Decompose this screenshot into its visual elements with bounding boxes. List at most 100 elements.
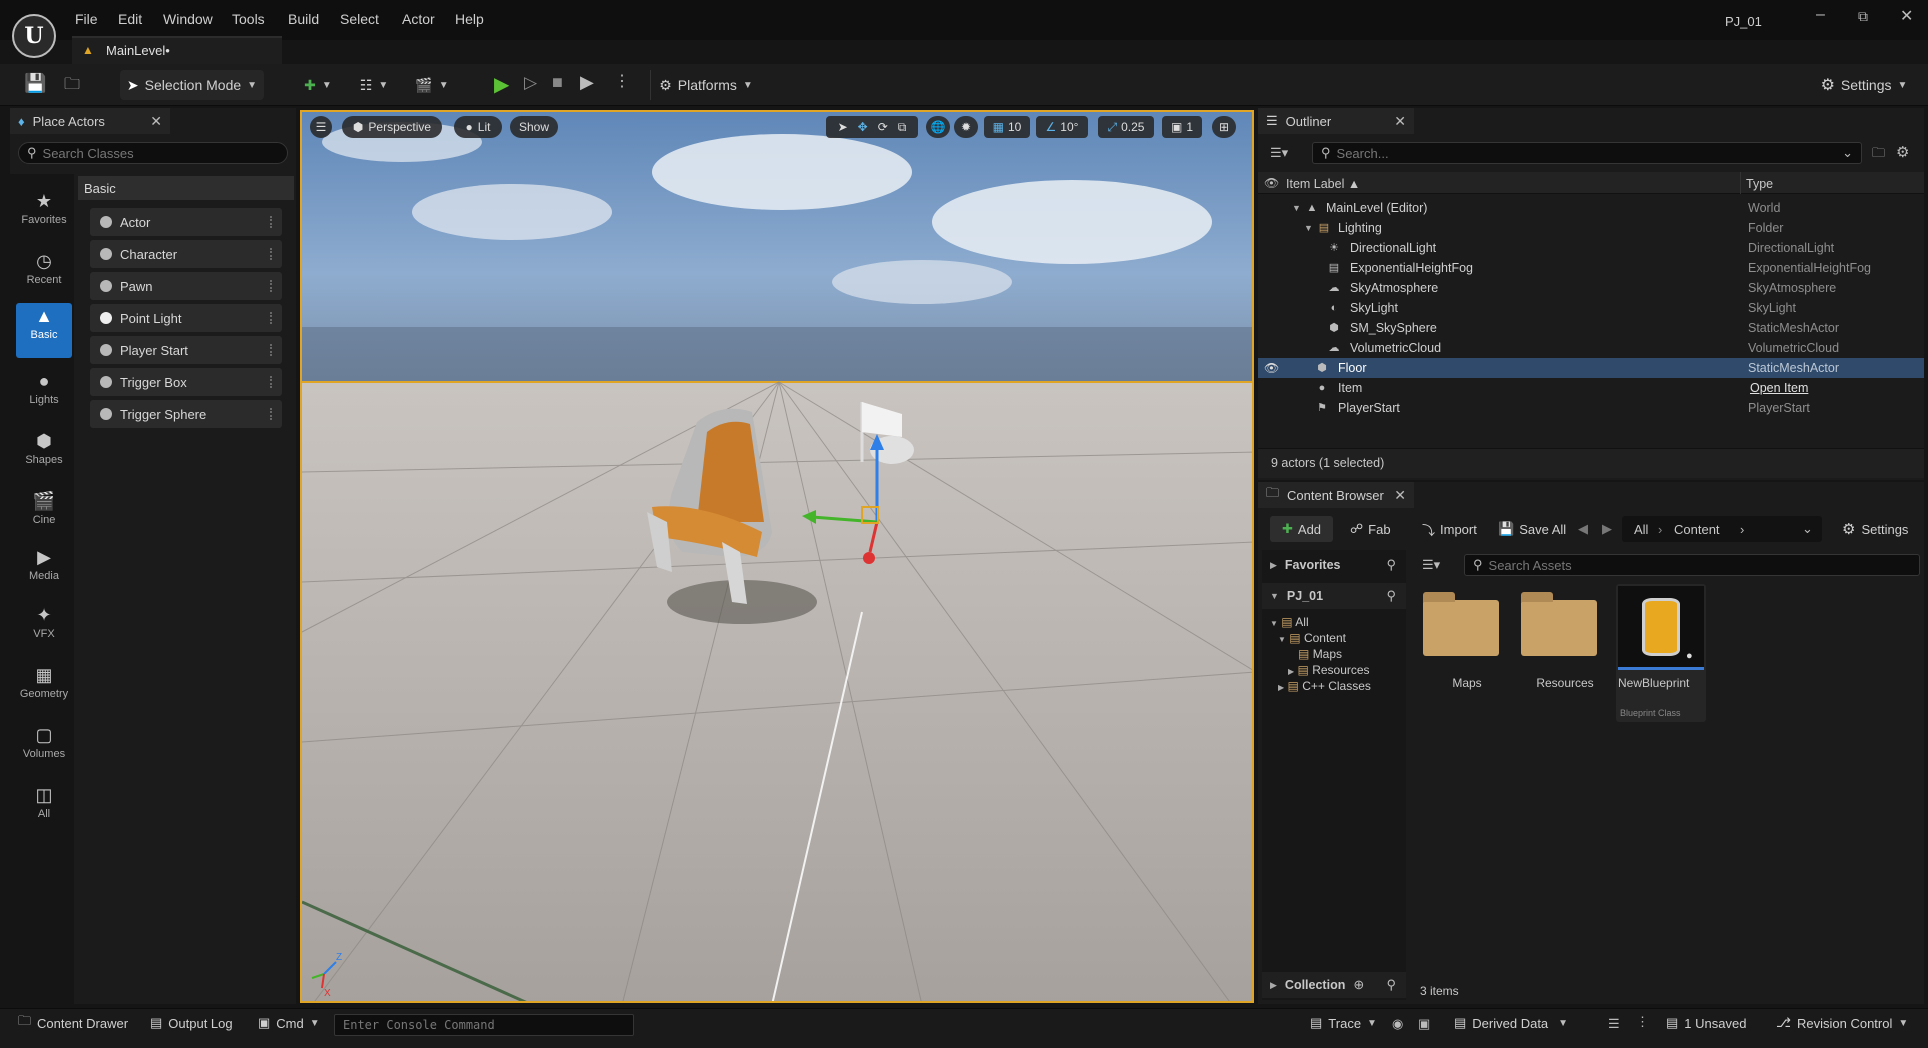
outliner-row[interactable]: ▼ ▲ MainLevel (Editor) World <box>1258 198 1924 218</box>
project-section[interactable]: ▼ PJ_01 ⚲ <box>1262 583 1406 609</box>
outliner-row[interactable]: ☁ VolumetricCloud VolumetricCloud <box>1258 338 1924 358</box>
asset-tile-maps[interactable]: Maps <box>1420 586 1514 720</box>
search-icon[interactable]: ⚲ <box>1386 557 1396 573</box>
collection-section[interactable]: ▶ Collection ⊕ ⚲ <box>1262 972 1406 998</box>
play-icon[interactable]: ▶ <box>494 72 509 97</box>
menu-select[interactable]: Select <box>340 11 379 27</box>
asset-tile-newblueprint[interactable]: ● NewBlueprint Blueprint Class <box>1616 584 1706 722</box>
type-column[interactable]: Type <box>1746 177 1773 191</box>
favorites-section[interactable]: ▶ Favorites ⚲ <box>1262 552 1406 578</box>
world-local-icon[interactable]: 🌐 <box>926 116 950 138</box>
menu-edit[interactable]: Edit <box>118 11 142 27</box>
filter-icon[interactable]: ☰▾ <box>1270 145 1288 161</box>
cinematics-button[interactable]: 🎬 ▼ <box>410 70 454 100</box>
lit-button[interactable]: ● Lit <box>454 116 502 138</box>
step-icon[interactable]: ▷ <box>524 73 537 93</box>
more-options-icon[interactable]: ⋮ <box>1636 1014 1649 1030</box>
minimize-icon[interactable]: – <box>1816 6 1825 24</box>
path-breadcrumb[interactable]: All › Content › ⌄ <box>1622 516 1822 542</box>
asset-tile-resources[interactable]: Resources <box>1518 586 1612 720</box>
fab-button[interactable]: ☍ Fab <box>1350 516 1391 542</box>
scale-tool-icon[interactable]: ⧉ <box>898 120 907 135</box>
select-tool-icon[interactable]: ➤ <box>838 120 848 134</box>
search-icon[interactable]: ⚲ <box>1386 977 1396 993</box>
open-item-link[interactable]: Open Item <box>1750 381 1808 395</box>
menu-build[interactable]: Build <box>288 11 319 27</box>
category-favorites[interactable]: ★ Favorites <box>16 188 72 244</box>
category-media[interactable]: ▶ Media <box>16 544 72 600</box>
source-control-icon[interactable]: ☰ <box>1608 1016 1620 1032</box>
level-tab[interactable]: ▲ MainLevel• <box>72 36 282 64</box>
screenshot-icon[interactable]: ▣ <box>1418 1016 1430 1032</box>
content-settings-button[interactable]: ⚙ Settings <box>1842 516 1908 542</box>
search-icon[interactable]: ⚲ <box>1386 588 1396 604</box>
menu-window[interactable]: Window <box>163 11 213 27</box>
scale-snap-button[interactable]: ⤢ 0.25 <box>1098 116 1154 138</box>
rotation-snap-button[interactable]: ∠ 10° <box>1036 116 1088 138</box>
forward-icon[interactable]: ▶ <box>1602 521 1612 537</box>
menu-actor[interactable]: Actor <box>402 11 435 27</box>
derived-data-dropdown[interactable]: ▤ Derived Data ▼ <box>1454 1010 1568 1036</box>
outliner-tab[interactable]: ☰ Outliner ✕ <box>1258 108 1414 134</box>
add-button[interactable]: ✚ Add <box>1270 516 1334 542</box>
selection-mode-dropdown[interactable]: ➤ Selection Mode ▼ <box>120 70 264 100</box>
trigger-sphere-item[interactable]: Trigger Sphere <box>90 400 282 428</box>
unsaved-button[interactable]: ▤ 1 Unsaved <box>1666 1010 1746 1036</box>
blueprint-button[interactable]: ☷ ▼ <box>352 70 396 100</box>
category-all[interactable]: ◫ All <box>16 782 72 838</box>
play-options-icon[interactable]: ⋮ <box>614 71 630 91</box>
menu-file[interactable]: File <box>75 11 98 27</box>
add-folder-icon[interactable]: 🗀 <box>1872 144 1885 166</box>
content-browser-tab[interactable]: 🗀 Content Browser ✕ <box>1258 482 1414 508</box>
browse-icon[interactable]: 🗀 <box>64 73 80 100</box>
console-command-input[interactable]: Enter Console Command <box>334 1014 634 1036</box>
category-volumes[interactable]: ▢ Volumes <box>16 722 72 778</box>
category-vfx[interactable]: ✦ VFX <box>16 602 72 658</box>
outliner-row[interactable]: ⬢ SM_SkySphere StaticMeshActor <box>1258 318 1924 338</box>
player-start-item[interactable]: Player Start <box>90 336 282 364</box>
close-window-icon[interactable]: ✕ <box>1900 6 1913 26</box>
move-tool-icon[interactable]: ✥ <box>858 120 868 134</box>
close-icon[interactable]: ✕ <box>1394 487 1406 504</box>
character-item[interactable]: Character <box>90 240 282 268</box>
eye-icon[interactable]: 👁 <box>1264 176 1279 190</box>
output-log-button[interactable]: ▤ Output Log <box>150 1010 233 1036</box>
point-light-item[interactable]: Point Light <box>90 304 282 332</box>
breadcrumb-all[interactable]: All <box>1634 522 1648 537</box>
add-collection-icon[interactable]: ⊕ <box>1353 977 1364 993</box>
rotate-tool-icon[interactable]: ⟳ <box>878 120 888 134</box>
menu-help[interactable]: Help <box>455 11 484 27</box>
outliner-row[interactable]: ☁ SkyAtmosphere SkyAtmosphere <box>1258 278 1924 298</box>
actor-item[interactable]: Actor <box>90 208 282 236</box>
outliner-row[interactable]: ☀ DirectionalLight DirectionalLight <box>1258 238 1924 258</box>
tree-item-cpp-classes[interactable]: ▶ ▤ C++ Classes <box>1278 679 1371 693</box>
eye-icon[interactable]: 👁 <box>1264 361 1279 375</box>
outliner-row[interactable]: ▼ ▤ Lighting Folder <box>1258 218 1924 238</box>
cmd-dropdown[interactable]: ▣ Cmd ▼ <box>258 1010 320 1036</box>
settings-dropdown[interactable]: ⚙ Settings ▼ <box>1814 70 1914 100</box>
revision-control-button[interactable]: ⎇ Revision Control ▼ <box>1776 1010 1908 1036</box>
content-drawer-button[interactable]: 🗀 Content Drawer <box>18 1010 128 1036</box>
record-icon[interactable]: ◉ <box>1392 1016 1403 1032</box>
tree-item-maps[interactable]: ▤ Maps <box>1298 647 1342 661</box>
perspective-button[interactable]: ⬢ Perspective <box>342 116 442 138</box>
stop-icon[interactable]: ■ <box>552 72 563 93</box>
category-lights[interactable]: ● Lights <box>16 368 72 424</box>
maximize-icon[interactable]: ⧉ <box>1858 8 1868 25</box>
search-classes-input[interactable]: ⚲ Search Classes <box>18 142 288 164</box>
category-geometry[interactable]: ▦ Geometry <box>16 662 72 718</box>
category-cine[interactable]: 🎬 Cine <box>16 488 72 544</box>
outliner-search-input[interactable]: ⚲ Search... ⌄ <box>1312 142 1862 164</box>
back-icon[interactable]: ◀ <box>1578 521 1588 537</box>
close-icon[interactable]: ✕ <box>1394 113 1406 130</box>
camera-speed-button[interactable]: ▣ 1 <box>1162 116 1202 138</box>
category-shapes[interactable]: ⬢ Shapes <box>16 428 72 484</box>
trigger-box-item[interactable]: Trigger Box <box>90 368 282 396</box>
pawn-item[interactable]: Pawn <box>90 272 282 300</box>
show-button[interactable]: Show <box>510 116 558 138</box>
grid-snap-button[interactable]: ▦ 10 <box>984 116 1030 138</box>
gear-icon[interactable]: ⚙ <box>1896 143 1909 161</box>
tree-item-content[interactable]: ▼ ▤ Content <box>1278 631 1346 645</box>
eject-icon[interactable]: ▶ <box>580 72 594 93</box>
outliner-row[interactable]: ● Item Open Item <box>1258 378 1924 398</box>
